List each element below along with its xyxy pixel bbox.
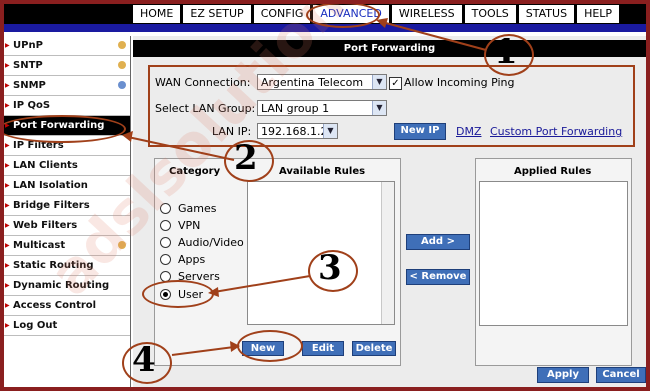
sidebar-item-lan-isolation[interactable]: LAN Isolation bbox=[4, 176, 130, 196]
status-dot-icon bbox=[118, 41, 126, 49]
sidebar-item-access-control[interactable]: Access Control bbox=[4, 296, 130, 316]
edit-rule-button[interactable]: Edit bbox=[302, 341, 344, 356]
wan-connection-select[interactable]: Argentina Telecom ▼ bbox=[257, 74, 387, 90]
sidebar-item-bridge-filters[interactable]: Bridge Filters bbox=[4, 196, 130, 216]
sidebar-item-ip-qos[interactable]: IP QoS bbox=[4, 96, 130, 116]
status-dot-icon bbox=[118, 81, 126, 89]
chevron-down-icon: ▼ bbox=[372, 101, 386, 115]
sidebar-item-dynamic-routing[interactable]: Dynamic Routing bbox=[4, 276, 130, 296]
sidebar-item-static-routing[interactable]: Static Routing bbox=[4, 256, 130, 276]
sidebar-item-lan-clients[interactable]: LAN Clients bbox=[4, 156, 130, 176]
tab-config[interactable]: CONFIG bbox=[252, 4, 312, 24]
annotation-marker-2: 2 bbox=[234, 138, 258, 178]
sidebar-item-multicast[interactable]: Multicast bbox=[4, 236, 130, 256]
sidebar-item-log-out[interactable]: Log Out bbox=[4, 316, 130, 336]
remove-rule-button[interactable]: < Remove bbox=[406, 269, 470, 285]
annotation-ring-port-forwarding bbox=[4, 115, 126, 143]
category-radio-games[interactable] bbox=[160, 203, 171, 214]
applied-rules-header: Applied Rules bbox=[514, 166, 592, 177]
category-label-vpn: VPN bbox=[178, 219, 201, 232]
main-content: Port Forwarding WAN Connection: Argentin… bbox=[133, 36, 646, 387]
lan-group-label: Select LAN Group: bbox=[155, 102, 256, 115]
sidebar-item-snmp[interactable]: SNMP bbox=[4, 76, 130, 96]
tab-help[interactable]: HELP bbox=[576, 4, 621, 24]
sidebar: UPnP SNTP SNMP IP QoS Port Forwarding IP… bbox=[4, 36, 131, 387]
delete-rule-button[interactable]: Delete bbox=[352, 341, 396, 356]
category-label-apps: Apps bbox=[178, 253, 206, 266]
custom-port-forwarding-link[interactable]: Custom Port Forwarding bbox=[490, 125, 622, 138]
tab-tools[interactable]: TOOLS bbox=[463, 4, 517, 24]
tab-ez-setup[interactable]: EZ SETUP bbox=[182, 4, 252, 24]
lan-ip-select[interactable]: 192.168.1.2 ▼ bbox=[257, 123, 338, 139]
tab-wireless[interactable]: WIRELESS bbox=[390, 4, 463, 24]
tab-home[interactable]: HOME bbox=[132, 4, 182, 24]
chevron-down-icon: ▼ bbox=[372, 75, 386, 89]
lan-ip-label: LAN IP: bbox=[212, 125, 252, 138]
add-rule-button[interactable]: Add > bbox=[406, 234, 470, 250]
sidebar-item-sntp[interactable]: SNTP bbox=[4, 56, 130, 76]
sidebar-item-upnp[interactable]: UPnP bbox=[4, 36, 130, 56]
status-dot-icon bbox=[118, 241, 126, 249]
category-label-audio-video: Audio/Video bbox=[178, 236, 244, 249]
apply-button[interactable]: Apply bbox=[537, 367, 589, 383]
cancel-button[interactable]: Cancel bbox=[596, 367, 646, 383]
annotation-ring-new bbox=[237, 330, 303, 362]
category-radio-apps[interactable] bbox=[160, 254, 171, 265]
scrollbar[interactable] bbox=[381, 182, 394, 324]
page-title: Port Forwarding bbox=[133, 40, 646, 57]
router-admin-window: HOME EZ SETUP CONFIG ADVANCED WIRELESS T… bbox=[4, 4, 646, 387]
allow-ping-checkbox[interactable]: ✓ bbox=[389, 77, 402, 90]
sidebar-item-web-filters[interactable]: Web Filters bbox=[4, 216, 130, 236]
new-ip-button[interactable]: New IP bbox=[394, 123, 446, 140]
available-rules-header: Available Rules bbox=[279, 166, 366, 177]
annotation-marker-3: 3 bbox=[318, 248, 342, 288]
annotation-ring-user bbox=[142, 280, 214, 308]
annotation-marker-4: 4 bbox=[132, 340, 156, 380]
chevron-down-icon: ▼ bbox=[323, 124, 337, 138]
applied-rules-list[interactable] bbox=[479, 181, 628, 326]
category-radio-vpn[interactable] bbox=[160, 220, 171, 231]
category-radio-audio-video[interactable] bbox=[160, 237, 171, 248]
status-dot-icon bbox=[118, 61, 126, 69]
tab-status[interactable]: STATUS bbox=[517, 4, 576, 24]
wan-connection-label: WAN Connection: bbox=[155, 76, 251, 89]
lan-group-select[interactable]: LAN group 1 ▼ bbox=[257, 100, 387, 116]
annotation-marker-1: 1 bbox=[494, 32, 518, 72]
category-label-games: Games bbox=[178, 202, 217, 215]
dmz-link[interactable]: DMZ bbox=[456, 125, 482, 138]
category-header: Category bbox=[169, 166, 221, 177]
allow-ping-label: Allow Incoming Ping bbox=[404, 76, 515, 89]
